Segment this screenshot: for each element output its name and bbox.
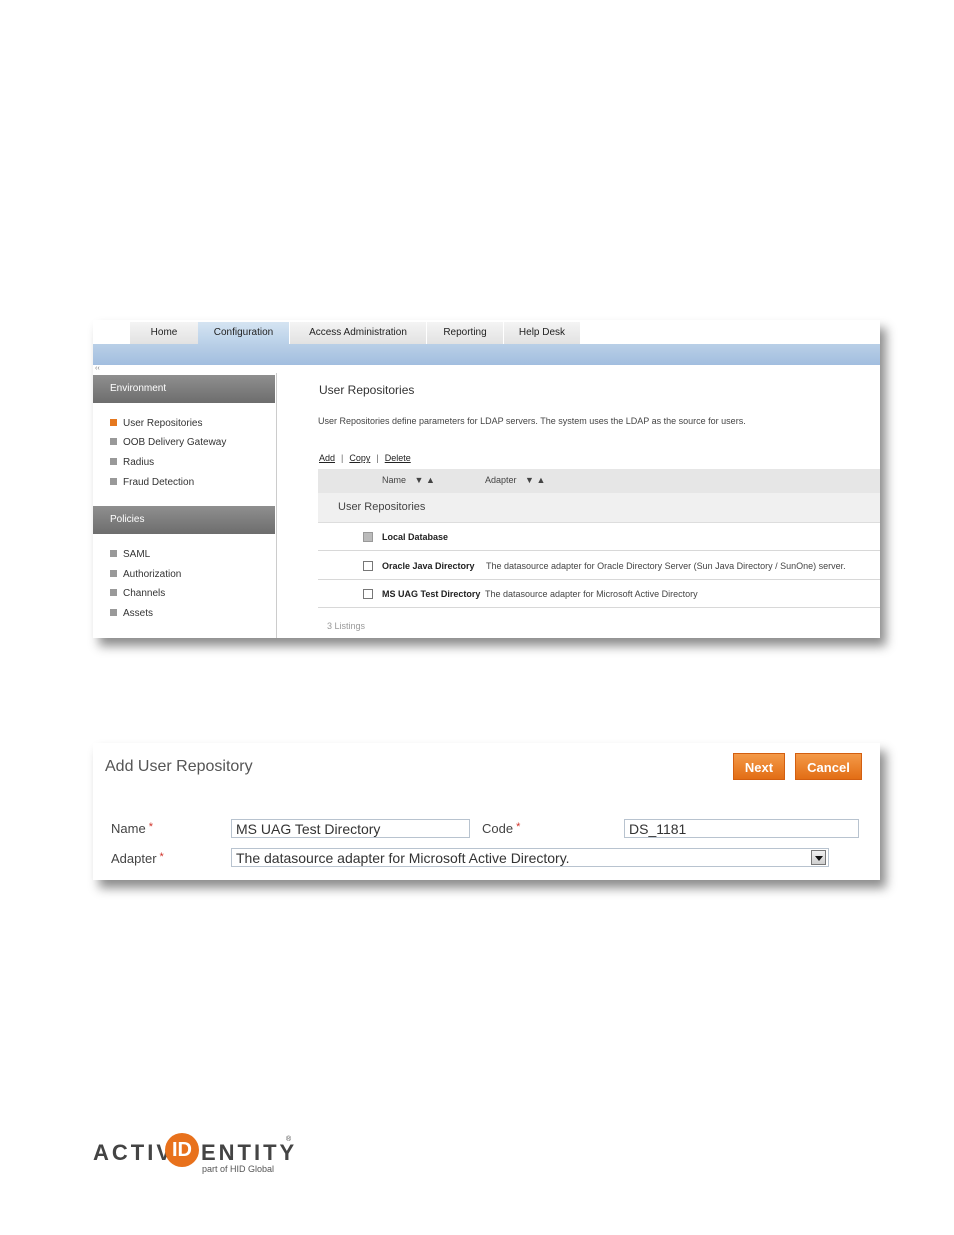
sidebar: Environment User Repositories OOB Delive… [93,373,277,638]
logo-text-right: ENTITY [201,1140,298,1165]
row-name[interactable]: Oracle Java Directory [382,561,475,571]
column-name-header[interactable]: Name ▼ ▲ [382,475,435,485]
table-row[interactable]: Local Database [318,522,880,551]
listing-count: 3 Listings [327,621,366,631]
sidebar-item-label: Channels [123,588,166,599]
tab-access-administration[interactable]: Access Administration [290,322,427,344]
sidebar-item-assets[interactable]: Assets [110,607,153,621]
sidebar-header-environment: Environment [93,375,275,403]
actividentity-logo: ACTIV ID ENTITY ® part of HID Global [93,1133,303,1178]
row-adapter: The datasource adapter for Microsoft Act… [485,589,698,599]
logo-tagline: part of HID Global [202,1164,275,1174]
add-link[interactable]: Add [319,453,335,463]
row-name[interactable]: MS UAG Test Directory [382,589,480,599]
tab-configuration[interactable]: Configuration [198,322,290,344]
plus-icon [110,549,117,557]
required-marker: * [148,821,153,833]
sidebar-item-label: Radius [123,457,155,468]
label-text: Code [482,821,514,836]
label-text: Name [111,821,146,836]
column-adapter-header[interactable]: Adapter ▼ ▲ [485,475,545,485]
tab-home[interactable]: Home [130,322,199,344]
required-marker: * [516,821,521,833]
row-checkbox [363,532,373,542]
copy-link[interactable]: Copy [349,453,370,463]
sidebar-item-oob-delivery-gateway[interactable]: OOB Delivery Gateway [110,436,226,450]
sidebar-item-label: SAML [123,549,151,560]
row-adapter: The datasource adapter for Oracle Direct… [486,561,846,571]
sidebar-item-label: Authorization [123,569,182,580]
list-actions: Add | Copy | Delete [319,453,411,463]
label-text: Adapter [111,851,157,866]
chevron-down-icon[interactable] [811,850,826,865]
column-label: Adapter [485,475,517,485]
row-name[interactable]: Local Database [382,532,448,542]
collapse-sidebar-icon[interactable]: ‹‹ [95,365,100,372]
sidebar-item-fraud-detection[interactable]: Fraud Detection [110,476,194,490]
sidebar-item-label: User Repositories [123,418,203,429]
sidebar-item-label: Assets [123,608,154,619]
add-user-repository-form: Add User Repository Next Cancel Name * MS… [93,743,880,880]
required-marker: * [159,851,164,863]
row-checkbox[interactable] [363,589,373,599]
column-label: Name [382,475,407,485]
arrow-right-icon [110,608,117,616]
row-checkbox[interactable] [363,561,373,571]
table-header: Name ▼ ▲ Adapter ▼ ▲ [318,469,880,493]
arrow-right-icon [110,418,117,426]
adapter-select[interactable]: The datasource adapter for Microsoft Act… [231,848,829,867]
sidebar-item-authorization[interactable]: Authorization [110,568,181,582]
plus-icon [110,588,117,596]
adapter-selected-value: The datasource adapter for Microsoft Act… [236,850,570,866]
sidebar-header-policies: Policies [93,506,275,534]
sidebar-item-radius[interactable]: Radius [110,456,154,470]
sort-icon[interactable]: ▼ ▲ [525,475,545,485]
delete-link[interactable]: Delete [385,453,411,463]
sidebar-item-label: OOB Delivery Gateway [123,437,227,448]
code-label: Code * [482,821,520,836]
code-field[interactable]: DS_1181 [624,819,859,838]
plus-icon [110,457,117,465]
table-row[interactable]: Oracle Java Directory The datasource ada… [318,551,880,580]
next-button[interactable]: Next [733,753,785,780]
tab-reporting[interactable]: Reporting [427,322,504,344]
logo-id-circle: ID [165,1133,199,1167]
tab-help-desk[interactable]: Help Desk [504,322,581,344]
name-label: Name * [111,821,153,836]
name-field[interactable]: MS UAG Test Directory [231,819,470,838]
arrow-right-icon [110,437,117,445]
nav-subbar [93,344,880,365]
logo-registered-mark: ® [286,1136,292,1143]
form-title: Add User Repository [105,758,253,775]
sidebar-item-channels[interactable]: Channels [110,587,165,601]
top-nav-tabs: Home Configuration Access Administration… [93,320,880,344]
sort-icon[interactable]: ▼ ▲ [415,475,435,485]
group-label: User Repositories [338,501,426,513]
adapter-label: Adapter * [111,851,164,866]
sidebar-item-user-repositories[interactable]: User Repositories [110,417,202,431]
cancel-button[interactable]: Cancel [795,753,862,780]
table-row[interactable]: MS UAG Test Directory The datasource ada… [318,579,880,608]
page-title: User Repositories [319,383,415,397]
logo-text-left: ACTIV [93,1140,174,1165]
sidebar-item-label: Fraud Detection [123,477,195,488]
page-description: User Repositories define parameters for … [318,416,746,426]
plus-icon [110,569,117,577]
user-repositories-screen: Home Configuration Access Administration… [93,320,880,638]
sidebar-item-saml[interactable]: SAML [110,548,150,562]
arrow-right-icon [110,477,117,485]
table-group-row: User Repositories [318,493,880,523]
